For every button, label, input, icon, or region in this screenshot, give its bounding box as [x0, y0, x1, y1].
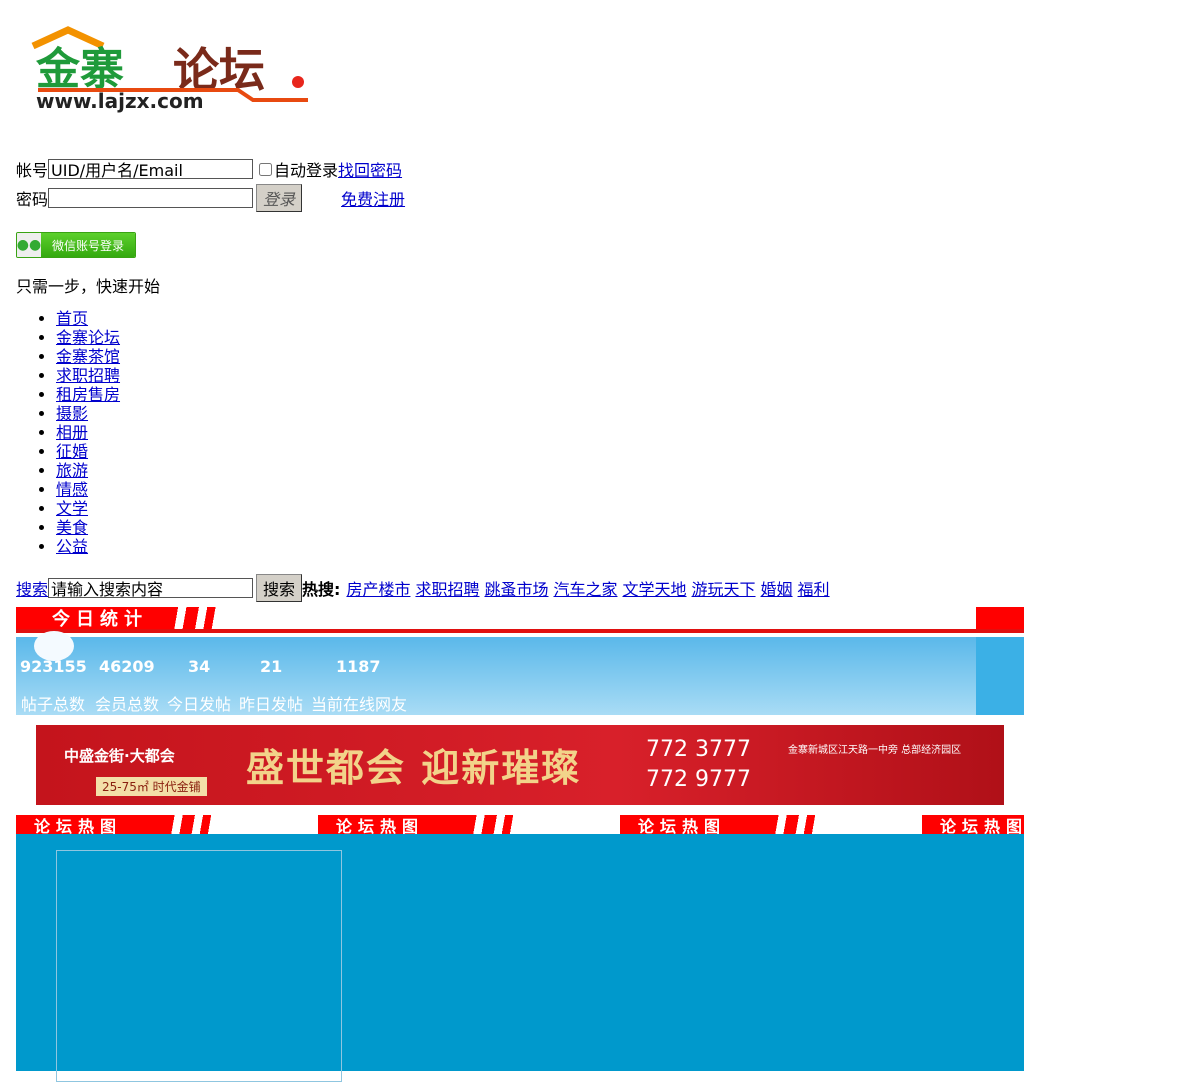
auto-login-label: 自动登录 — [274, 161, 339, 180]
hot-link[interactable]: 跳蚤市场 — [484, 576, 548, 600]
hot-title: 论坛热图 — [318, 815, 518, 836]
hot-title: 论坛热图 — [922, 815, 1024, 834]
nav-jobs[interactable]: 求职招聘 — [56, 366, 120, 385]
nav-food[interactable]: 美食 — [56, 518, 88, 537]
search-link[interactable]: 搜索 — [16, 576, 48, 600]
stat-posts-value: 923155 — [20, 657, 87, 676]
hot-link[interactable]: 文学天地 — [623, 576, 687, 600]
nav-emotion[interactable]: 情感 — [56, 480, 88, 499]
hot-link[interactable]: 房产楼市 — [346, 576, 410, 600]
stats-title: 今日统计 — [16, 607, 220, 630]
ad-phone2: 772 9777 — [646, 767, 751, 792]
site-logo[interactable]: 金寨 论坛 www.lajzx.com — [28, 26, 313, 114]
hot-search-label: 热搜: — [302, 580, 341, 599]
hot-link[interactable]: 求职招聘 — [415, 576, 479, 600]
hot-header-4: 论坛热图 — [922, 815, 1024, 834]
nav-list: 首页 金寨论坛 金寨茶馆 求职招聘 租房售房 摄影 相册 征婚 旅游 情感 文学… — [16, 309, 120, 556]
search-bar: 搜索 搜索 热搜: 房产楼市 求职招聘 跳蚤市场 汽车之家 文学天地 游玩天下 … — [16, 574, 830, 602]
tagline: 只需一步，快速开始 — [16, 277, 161, 296]
nav-teahouse[interactable]: 金寨茶馆 — [56, 347, 120, 366]
nav-housing[interactable]: 租房售房 — [56, 385, 120, 404]
svg-text:www.lajzx.com: www.lajzx.com — [36, 89, 204, 113]
nav-home[interactable]: 首页 — [56, 309, 88, 328]
ad-brand: 中盛金街·大都会 — [64, 747, 175, 765]
login-button[interactable]: 登录 — [256, 184, 303, 212]
stat-today-label: 今日发帖 — [167, 695, 232, 714]
ad-phone1: 772 3777 — [646, 737, 751, 762]
nav-travel[interactable]: 旅游 — [56, 461, 88, 480]
hot-picture-slot[interactable] — [56, 850, 342, 1082]
hot-link[interactable]: 福利 — [798, 576, 830, 600]
nav-photography[interactable]: 摄影 — [56, 404, 88, 423]
stat-online-label: 当前在线网友 — [311, 695, 408, 714]
ad-banner[interactable]: 中盛金街·大都会 25-75㎡ 时代金铺 盛世都会 迎新璀璨 772 3777 … — [36, 725, 1004, 805]
register-link[interactable]: 免费注册 — [341, 186, 405, 210]
nav-literature[interactable]: 文学 — [56, 499, 88, 518]
hot-header-3: 论坛热图 — [620, 815, 820, 836]
ad-address: 金寨新城区江天路一中旁 总部经济园区 — [788, 745, 962, 756]
svg-text:金寨: 金寨 — [35, 44, 124, 95]
stats-header: 今日统计 — [16, 607, 1024, 633]
password-row: 密码 登录 免费注册 — [16, 184, 405, 212]
wechat-icon: ●● — [17, 233, 41, 257]
hot-title: 论坛热图 — [620, 815, 820, 836]
hot-link[interactable]: 婚姻 — [761, 576, 793, 600]
nav-charity[interactable]: 公益 — [56, 537, 88, 556]
password-label: 密码 — [16, 190, 49, 209]
stat-yesterday-label: 昨日发帖 — [239, 695, 304, 714]
search-button[interactable]: 搜索 — [256, 574, 303, 602]
hot-link[interactable]: 游玩天下 — [692, 576, 756, 600]
stat-posts-label: 帖子总数 — [21, 695, 86, 714]
account-row: 帐号 自动登录 找回密码 — [16, 157, 402, 181]
ad-slogan: 盛世都会 迎新璀璨 — [246, 745, 582, 790]
hot-link[interactable]: 汽车之家 — [553, 576, 617, 600]
stat-members-value: 46209 — [99, 657, 155, 676]
forgot-password-link[interactable]: 找回密码 — [338, 157, 402, 181]
wechat-login-button[interactable]: ●● 微信账号登录 — [16, 232, 136, 258]
stat-today-value: 34 — [188, 657, 211, 676]
stat-yesterday-value: 21 — [260, 657, 283, 676]
stat-online-value: 1187 — [336, 657, 381, 676]
hot-header-2: 论坛热图 — [318, 815, 518, 836]
account-label: 帐号 — [16, 161, 49, 180]
nav-forum[interactable]: 金寨论坛 — [56, 328, 120, 347]
nav-dating[interactable]: 征婚 — [56, 442, 88, 461]
wechat-login-label: 微信账号登录 — [41, 233, 135, 257]
search-input[interactable] — [48, 578, 254, 598]
hot-header-1: 论坛热图 — [16, 815, 216, 836]
auto-login-checkbox[interactable] — [259, 162, 273, 176]
hot-pictures-panel — [16, 834, 1024, 1082]
ad-size: 25-75㎡ 时代金铺 — [96, 777, 207, 796]
hot-title: 论坛热图 — [16, 815, 216, 836]
password-input[interactable] — [48, 188, 254, 208]
stats-panel: 923155 46209 34 21 1187 帖子总数 会员总数 今日发帖 昨… — [16, 631, 1024, 715]
account-input[interactable] — [48, 159, 254, 179]
stat-members-label: 会员总数 — [95, 695, 160, 714]
nav-album[interactable]: 相册 — [56, 423, 88, 442]
